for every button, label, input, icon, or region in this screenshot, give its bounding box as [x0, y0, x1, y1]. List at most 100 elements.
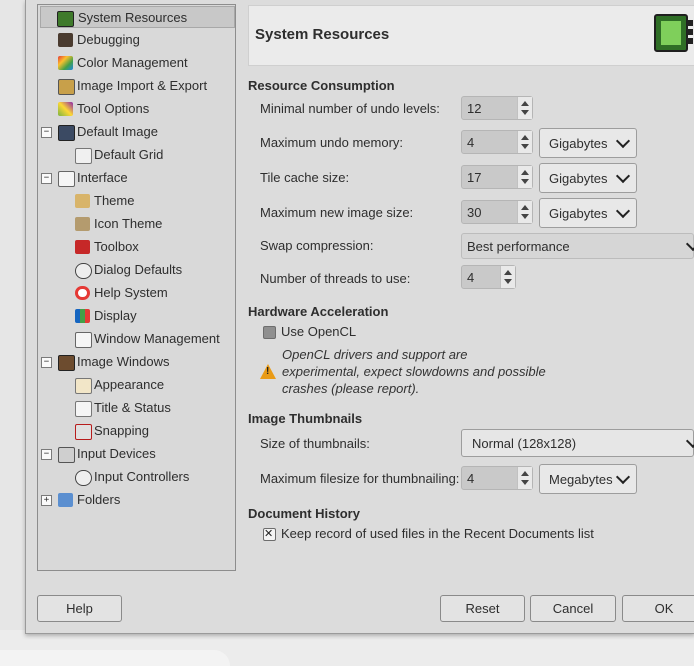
spinner-arrows[interactable] — [517, 131, 532, 153]
threads-label: Number of threads to use: — [260, 271, 411, 286]
undo-memory-label: Maximum undo memory: — [260, 135, 404, 150]
tile-cache-unit: Gigabytes — [549, 171, 608, 186]
theme-icon — [75, 194, 90, 208]
tree-item-interface[interactable]: − Interface — [40, 167, 235, 189]
undo-memory-spinner[interactable]: 4 — [461, 130, 533, 154]
tree-item-label: Toolbox — [94, 239, 139, 254]
undo-memory-unit-select[interactable]: Gigabytes — [539, 128, 637, 158]
tree-item-toolbox[interactable]: Toolbox — [40, 236, 235, 258]
import-export-icon — [58, 79, 75, 95]
preferences-tree[interactable]: System Resources Debugging Color Managem… — [37, 4, 236, 571]
help-button[interactable]: Help — [37, 595, 122, 622]
tree-item-window-management[interactable]: Window Management — [40, 328, 235, 350]
new-image-size-unit-select[interactable]: Gigabytes — [539, 198, 637, 228]
thumbnail-filesize-spinner[interactable]: 4 — [461, 466, 533, 490]
arrow-down-icon[interactable] — [521, 144, 529, 149]
tile-cache-unit-select[interactable]: Gigabytes — [539, 163, 637, 193]
tree-item-appearance[interactable]: Appearance — [40, 374, 235, 396]
new-image-size-spinner[interactable]: 30 — [461, 200, 533, 224]
image-windows-icon — [58, 355, 75, 371]
tree-item-label: Display — [94, 308, 137, 323]
tree-item-display[interactable]: Display — [40, 305, 235, 327]
arrow-up-icon[interactable] — [521, 170, 529, 175]
arrow-down-icon[interactable] — [521, 110, 529, 115]
toolbox-icon — [75, 240, 90, 254]
opencl-warning-text: OpenCL drivers and support are experimen… — [282, 347, 546, 396]
tile-cache-label: Tile cache size: — [260, 170, 350, 185]
memory-chip-icon — [654, 14, 688, 52]
arrow-down-icon[interactable] — [521, 214, 529, 219]
tree-item-theme[interactable]: Theme — [40, 190, 235, 212]
collapse-icon[interactable]: − — [41, 173, 52, 184]
keep-recent-documents-checkbox[interactable] — [263, 527, 276, 541]
collapse-icon[interactable]: − — [41, 449, 52, 460]
tree-item-icon-theme[interactable]: Icon Theme — [40, 213, 235, 235]
ok-button[interactable]: OK — [622, 595, 694, 622]
tree-item-tool-options[interactable]: Tool Options — [40, 98, 235, 120]
section-image-thumbnails: Image Thumbnails — [248, 411, 363, 426]
arrow-up-icon[interactable] — [521, 101, 529, 106]
tree-item-color-management[interactable]: Color Management — [40, 52, 235, 74]
use-opencl-checkbox[interactable] — [263, 326, 276, 339]
spinner-arrows[interactable] — [517, 467, 532, 489]
tree-item-default-grid[interactable]: Default Grid — [40, 144, 235, 166]
tree-item-title-status[interactable]: Title & Status — [40, 397, 235, 419]
cancel-button[interactable]: Cancel — [530, 595, 616, 622]
expand-icon[interactable]: + — [41, 495, 52, 506]
chevron-down-icon — [615, 133, 631, 149]
tree-item-label: Input Controllers — [94, 469, 190, 484]
section-hardware-acceleration: Hardware Acceleration — [248, 304, 389, 319]
display-icon — [75, 309, 90, 323]
thumbnail-size-select[interactable]: Normal (128x128) — [461, 429, 694, 457]
input-controllers-icon — [75, 470, 92, 486]
tile-cache-spinner[interactable]: 17 — [461, 165, 533, 189]
tree-item-help-system[interactable]: Help System — [40, 282, 235, 304]
tree-item-label: Color Management — [77, 55, 188, 70]
tree-item-label: Debugging — [77, 32, 140, 47]
swap-compression-select[interactable]: Best performance — [461, 233, 694, 259]
collapse-icon[interactable]: − — [41, 357, 52, 368]
tree-item-image-windows[interactable]: − Image Windows — [40, 351, 235, 373]
tree-item-folders[interactable]: + Folders — [40, 489, 235, 511]
chevron-down-icon — [615, 203, 631, 219]
undo-levels-value: 12 — [467, 101, 482, 116]
arrow-up-icon[interactable] — [504, 270, 512, 275]
warning-icon — [260, 364, 276, 379]
arrow-down-icon[interactable] — [504, 279, 512, 284]
undo-levels-spinner[interactable]: 12 — [461, 96, 533, 120]
tree-item-default-image[interactable]: − Default Image — [40, 121, 235, 143]
tree-item-input-controllers[interactable]: Input Controllers — [40, 466, 235, 488]
threads-spinner[interactable]: 4 — [461, 265, 516, 289]
tree-item-label: Default Grid — [94, 147, 164, 162]
tree-item-system-resources[interactable]: System Resources — [40, 6, 235, 28]
arrow-down-icon[interactable] — [521, 480, 529, 485]
arrow-up-icon[interactable] — [521, 471, 529, 476]
section-document-history: Document History — [248, 506, 360, 521]
spinner-arrows[interactable] — [517, 166, 532, 188]
arrow-up-icon[interactable] — [521, 205, 529, 210]
thumbnail-filesize-unit-select[interactable]: Megabytes — [539, 464, 637, 494]
tree-item-label: Image Windows — [77, 354, 170, 369]
desktop-background-shape — [0, 650, 230, 666]
tree-item-label: Title & Status — [94, 400, 171, 415]
icon-theme-icon — [75, 217, 90, 231]
reset-button[interactable]: Reset — [440, 595, 525, 622]
tree-item-image-import-export[interactable]: Image Import & Export — [40, 75, 235, 97]
new-image-size-label: Maximum new image size: — [260, 205, 414, 220]
spinner-arrows[interactable] — [517, 97, 532, 119]
tree-item-input-devices[interactable]: − Input Devices — [40, 443, 235, 465]
swap-compression-value: Best performance — [467, 239, 570, 254]
thumbnail-size-label: Size of thumbnails: — [260, 436, 370, 451]
spinner-arrows[interactable] — [500, 266, 515, 288]
tree-item-snapping[interactable]: Snapping — [40, 420, 235, 442]
tree-item-label: Theme — [94, 193, 135, 208]
tree-item-dialog-defaults[interactable]: Dialog Defaults — [40, 259, 235, 281]
tree-item-label: Snapping — [94, 423, 149, 438]
arrow-down-icon[interactable] — [521, 179, 529, 184]
collapse-icon[interactable]: − — [41, 127, 52, 138]
tree-item-debugging[interactable]: Debugging — [40, 29, 235, 51]
keep-recent-documents-label: Keep record of used files in the Recent … — [281, 526, 594, 541]
tree-item-label: Icon Theme — [94, 216, 163, 231]
spinner-arrows[interactable] — [517, 201, 532, 223]
arrow-up-icon[interactable] — [521, 135, 529, 140]
